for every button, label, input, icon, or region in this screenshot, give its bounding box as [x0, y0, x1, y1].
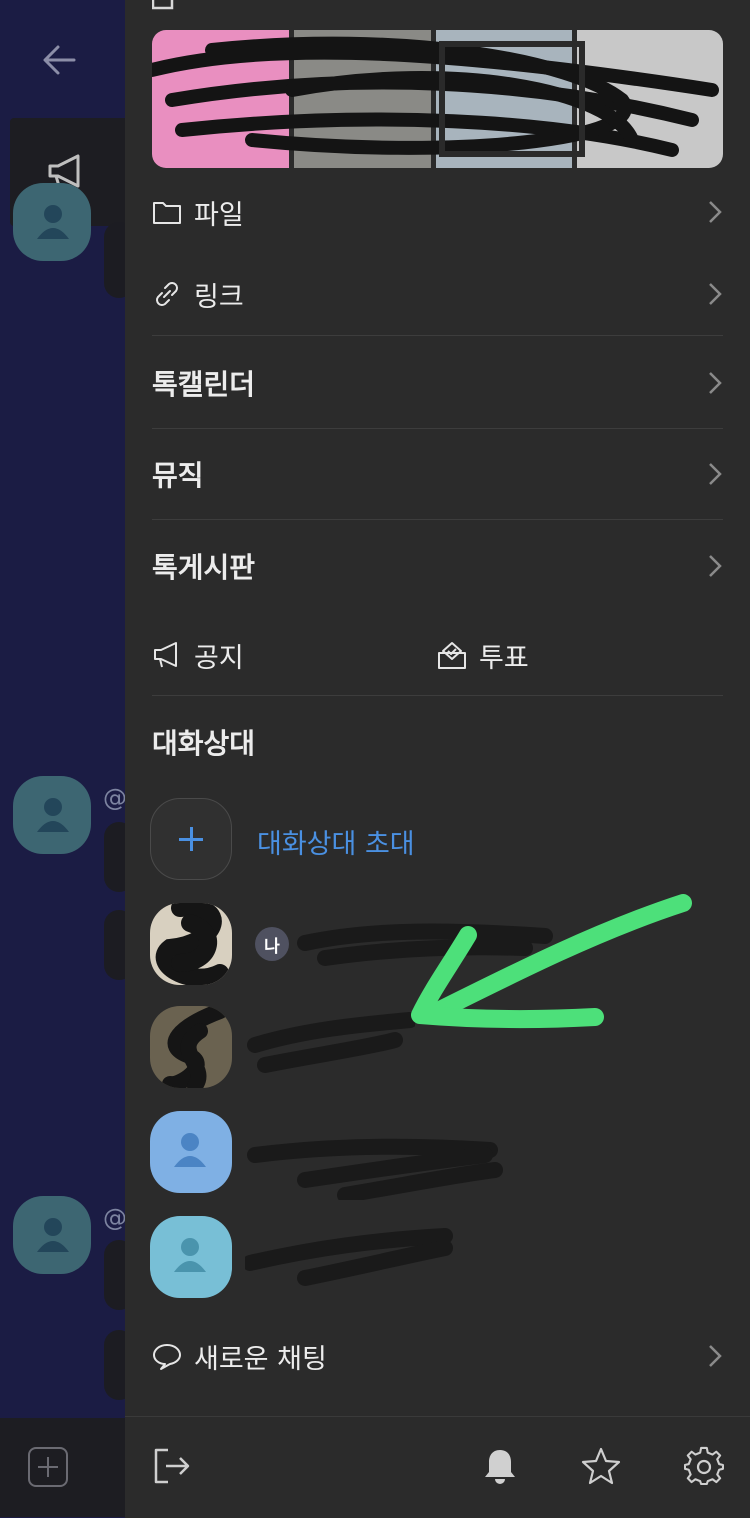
notice-button[interactable]: 공지	[152, 636, 437, 675]
me-badge: 나	[255, 927, 289, 961]
member-avatar[interactable]	[150, 1006, 232, 1088]
invite-member-button[interactable]: 대화상대 초대	[257, 822, 415, 861]
avatar[interactable]	[13, 1196, 91, 1274]
links-label: 링크	[194, 281, 244, 313]
person-icon	[174, 1133, 206, 1167]
drawer-bottom-bar	[125, 1416, 750, 1518]
files-row[interactable]: 파일	[152, 190, 723, 234]
notice-label: 공지	[194, 642, 244, 674]
chevron-right-icon	[709, 283, 722, 305]
mention-symbol: @	[103, 1204, 127, 1232]
link-icon	[156, 282, 178, 306]
calendar-row[interactable]: 톡캘린더	[152, 360, 723, 406]
redaction-scribble	[245, 1228, 453, 1286]
ballot-icon	[438, 642, 466, 669]
notice-poll-row: 공지 투표	[152, 633, 723, 677]
gear-icon[interactable]	[684, 1446, 724, 1486]
star-icon[interactable]	[581, 1446, 621, 1486]
chevron-right-icon	[709, 201, 722, 223]
chevron-right-icon	[709, 555, 722, 577]
board-label: 톡게시판	[152, 551, 256, 584]
invite-plus-icon[interactable]	[150, 798, 232, 880]
bell-icon[interactable]	[480, 1446, 520, 1486]
avatar[interactable]	[13, 183, 91, 261]
chevron-right-icon	[709, 1345, 722, 1367]
media-header-icon	[152, 0, 174, 10]
poll-button[interactable]: 투표	[437, 636, 529, 675]
redaction-scribble	[152, 36, 719, 157]
redaction-scribble	[247, 1012, 415, 1073]
music-row[interactable]: 뮤직	[152, 451, 723, 497]
member-avatar[interactable]	[150, 1216, 232, 1298]
divider	[152, 335, 723, 336]
new-chat-row[interactable]: 새로운 채팅	[152, 1334, 723, 1378]
redaction-scribble	[155, 903, 229, 985]
back-arrow-icon[interactable]	[40, 40, 80, 80]
divider	[152, 428, 723, 429]
members-section-title: 대화상대	[152, 727, 256, 760]
speech-bubble-icon	[153, 1344, 181, 1370]
person-icon	[174, 1238, 206, 1272]
new-chat-label: 새로운 채팅	[194, 1343, 327, 1375]
redaction-scribble	[247, 1138, 503, 1200]
media-thumbnails[interactable]	[152, 30, 723, 168]
member-avatar[interactable]	[150, 1111, 232, 1193]
plus-icon[interactable]	[28, 1447, 68, 1487]
music-label: 뮤직	[152, 459, 204, 492]
redaction-scribble	[162, 1006, 228, 1088]
board-row[interactable]: 톡게시판	[152, 543, 723, 589]
redaction-scribble	[297, 923, 553, 966]
calendar-label: 톡캘린더	[152, 368, 256, 401]
member-avatar[interactable]	[150, 903, 232, 985]
chevron-right-icon	[709, 463, 722, 485]
divider	[152, 695, 723, 696]
megaphone-icon	[154, 642, 177, 668]
chevron-right-icon	[709, 372, 722, 394]
links-row[interactable]: 링크	[152, 272, 723, 316]
poll-label: 투표	[479, 642, 529, 674]
exit-icon[interactable]	[152, 1446, 192, 1486]
mention-symbol: @	[103, 784, 127, 812]
folder-icon	[153, 202, 181, 224]
chat-room-drawer: 파일 링크 톡캘린더 뮤직 톡게시판 공지 투표 대화상대 대화상대 초대 나 …	[125, 0, 750, 1518]
files-label: 파일	[194, 199, 244, 231]
avatar[interactable]	[13, 776, 91, 854]
divider	[152, 519, 723, 520]
